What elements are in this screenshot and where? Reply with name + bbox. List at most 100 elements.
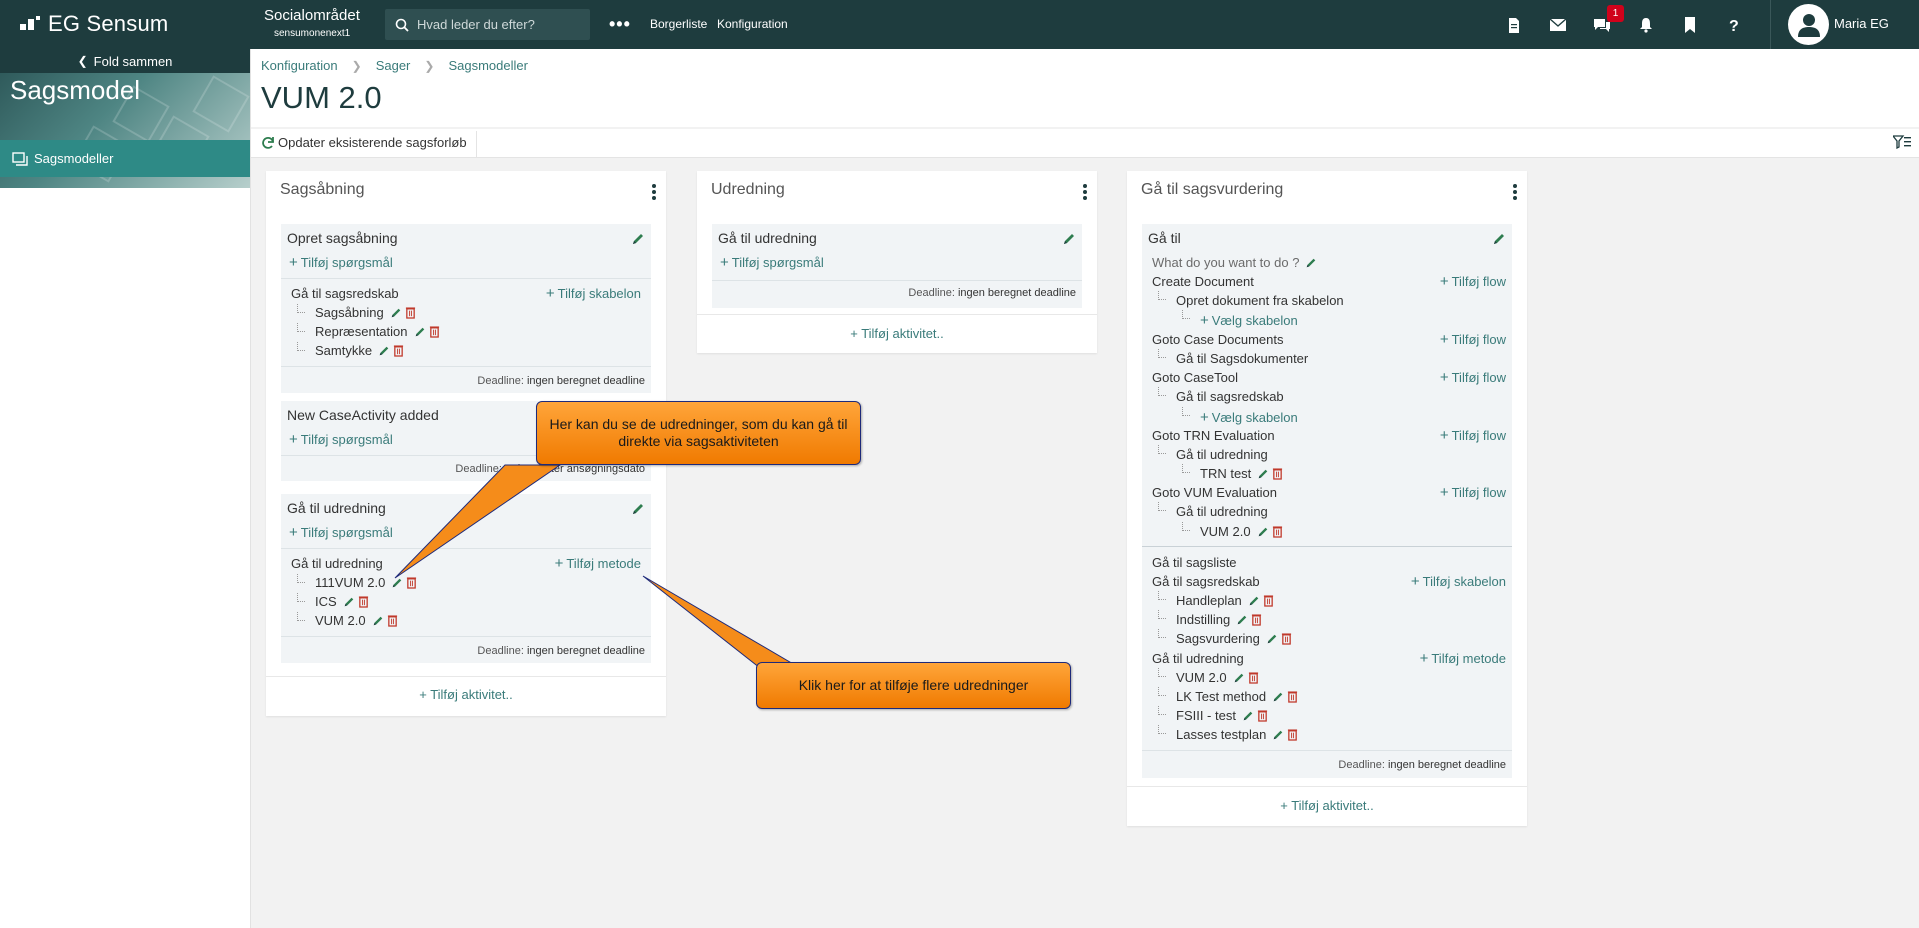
- pencil-icon[interactable]: [391, 577, 403, 589]
- user-name[interactable]: Maria EG: [1834, 16, 1889, 31]
- trash-icon[interactable]: [387, 614, 398, 627]
- add-activity-link[interactable]: + Tilføj aktivitet..: [1127, 798, 1527, 813]
- add-method-link[interactable]: + Tilføj metode: [1420, 650, 1506, 667]
- mail-icon[interactable]: [1544, 11, 1572, 39]
- pencil-icon[interactable]: [1266, 633, 1278, 645]
- sidebar-item-sagsmodeller[interactable]: Sagsmodeller: [0, 140, 250, 177]
- nav-link-borgerliste[interactable]: Borgerliste: [650, 17, 707, 31]
- logo-text: EG Sensum: [48, 11, 169, 36]
- trash-icon[interactable]: [393, 344, 404, 357]
- pencil-icon[interactable]: [1492, 232, 1506, 246]
- trash-icon[interactable]: [406, 576, 417, 589]
- add-question-link[interactable]: + Tilføj spørgsmål: [289, 431, 393, 448]
- column-title: Udredning: [711, 181, 785, 198]
- pencil-icon[interactable]: [1236, 614, 1248, 626]
- bookmark-icon[interactable]: [1676, 11, 1704, 39]
- organization-switcher[interactable]: Socialområdet sensumonenext1: [264, 7, 360, 39]
- kebab-menu-icon[interactable]: [1081, 184, 1089, 200]
- messages-icon[interactable]: 1: [1588, 5, 1624, 39]
- list-item: Handleplan: [1176, 593, 1274, 608]
- add-activity-link[interactable]: + Tilføj aktivitet..: [697, 326, 1097, 341]
- choose-template-link[interactable]: + Vælg skabelon: [1200, 409, 1298, 426]
- pencil-icon[interactable]: [1257, 526, 1269, 538]
- trash-icon[interactable]: [1281, 632, 1292, 645]
- pencil-icon[interactable]: [378, 345, 390, 357]
- pencil-icon[interactable]: [372, 615, 384, 627]
- trash-icon[interactable]: [1257, 709, 1268, 722]
- pencil-icon[interactable]: [1257, 468, 1269, 480]
- pencil-icon[interactable]: [1272, 729, 1284, 741]
- breadcrumb-konfiguration[interactable]: Konfiguration: [261, 58, 338, 73]
- pencil-icon[interactable]: [631, 502, 645, 516]
- group-title: Gå til sagsredskab: [1152, 574, 1260, 589]
- pencil-icon[interactable]: [1242, 710, 1254, 722]
- add-question-link[interactable]: + Tilføj spørgsmål: [289, 524, 393, 541]
- flow-title: Create Document: [1152, 274, 1254, 289]
- add-flow-link[interactable]: + Tilføj flow: [1440, 484, 1506, 501]
- global-search[interactable]: [385, 9, 590, 40]
- help-icon[interactable]: ?: [1720, 11, 1748, 39]
- pencil-icon[interactable]: [1233, 672, 1245, 684]
- left-sidebar: ❮ Fold sammen Sagsmodel Sagsmodeller: [0, 49, 251, 928]
- add-question-link[interactable]: + Tilføj spørgsmål: [720, 254, 824, 271]
- pencil-icon[interactable]: [631, 232, 645, 246]
- nav-link-konfiguration[interactable]: Konfiguration: [717, 17, 788, 31]
- add-flow-link[interactable]: + Tilføj flow: [1440, 331, 1506, 348]
- toolbar: Opdater eksisterende sagsforløb: [251, 129, 1919, 158]
- trash-icon[interactable]: [1248, 671, 1259, 684]
- org-name: Socialområdet: [264, 7, 360, 24]
- add-template-link[interactable]: + Tilføj skabelon: [546, 285, 641, 302]
- add-activity-link[interactable]: + Tilføj aktivitet..: [266, 687, 666, 702]
- activity-card: Opret sagsåbning + Tilføj spørgsmål Gå ti…: [281, 224, 651, 393]
- add-flow-link[interactable]: + Tilføj flow: [1440, 369, 1506, 386]
- breadcrumb-sager[interactable]: Sager: [376, 58, 411, 73]
- pencil-icon[interactable]: [1272, 691, 1284, 703]
- deadline-text: Deadline: ingen beregnet deadline: [1338, 759, 1506, 771]
- more-menu-icon[interactable]: •••: [609, 14, 631, 35]
- add-template-link[interactable]: + Tilføj skabelon: [1411, 573, 1506, 590]
- breadcrumb-sagsmodeller[interactable]: Sagsmodeller: [448, 58, 528, 73]
- trash-icon[interactable]: [429, 325, 440, 338]
- question-text: What do you want to do ?: [1152, 255, 1317, 270]
- kebab-menu-icon[interactable]: [1511, 184, 1519, 200]
- filter-list-icon[interactable]: [1891, 135, 1911, 152]
- top-navigation-bar: EG Sensum Socialområdet sensumonenext1 •…: [0, 0, 1919, 49]
- list-item: TRN test: [1200, 466, 1283, 481]
- flow-title: Goto CaseTool: [1152, 370, 1238, 385]
- kebab-menu-icon[interactable]: [650, 184, 658, 200]
- add-method-link[interactable]: + Tilføj metode: [555, 555, 641, 572]
- bell-icon[interactable]: [1632, 11, 1660, 39]
- choose-template-link[interactable]: + Vælg skabelon: [1200, 312, 1298, 329]
- update-case-flows-button[interactable]: Opdater eksisterende sagsforløb: [261, 131, 477, 157]
- flow-step: Opret dokument fra skabelon: [1176, 293, 1344, 308]
- trash-icon[interactable]: [358, 595, 369, 608]
- list-item: FSIII - test: [1176, 708, 1268, 723]
- document-icon[interactable]: [1500, 11, 1528, 39]
- add-flow-link[interactable]: + Tilføj flow: [1440, 273, 1506, 290]
- add-question-link[interactable]: + Tilføj spørgsmål: [289, 254, 393, 271]
- card-title: Gå til: [1148, 230, 1181, 246]
- pencil-icon[interactable]: [1305, 257, 1317, 269]
- trash-icon[interactable]: [1263, 594, 1274, 607]
- trash-icon[interactable]: [405, 306, 416, 319]
- list-item: Repræsentation: [315, 324, 440, 339]
- eg-sensum-logo[interactable]: EG Sensum: [20, 9, 168, 39]
- avatar[interactable]: [1788, 4, 1829, 45]
- fold-sidebar-button[interactable]: ❮ Fold sammen: [0, 49, 250, 73]
- pencil-icon[interactable]: [390, 307, 402, 319]
- pencil-icon[interactable]: [343, 596, 355, 608]
- deadline-text: Deadline: ingen beregnet deadline: [908, 287, 1076, 299]
- chevron-right-icon: ❯: [424, 58, 435, 73]
- add-flow-link[interactable]: + Tilføj flow: [1440, 427, 1506, 444]
- fold-label: Fold sammen: [93, 53, 173, 69]
- tooltip-callout: Her kan du se de udredninger, som du kan…: [536, 401, 861, 465]
- trash-icon[interactable]: [1287, 728, 1298, 741]
- search-input[interactable]: [417, 17, 577, 32]
- trash-icon[interactable]: [1272, 467, 1283, 480]
- trash-icon[interactable]: [1287, 690, 1298, 703]
- pencil-icon[interactable]: [1062, 232, 1076, 246]
- pencil-icon[interactable]: [414, 326, 426, 338]
- trash-icon[interactable]: [1272, 525, 1283, 538]
- trash-icon[interactable]: [1251, 613, 1262, 626]
- pencil-icon[interactable]: [1248, 595, 1260, 607]
